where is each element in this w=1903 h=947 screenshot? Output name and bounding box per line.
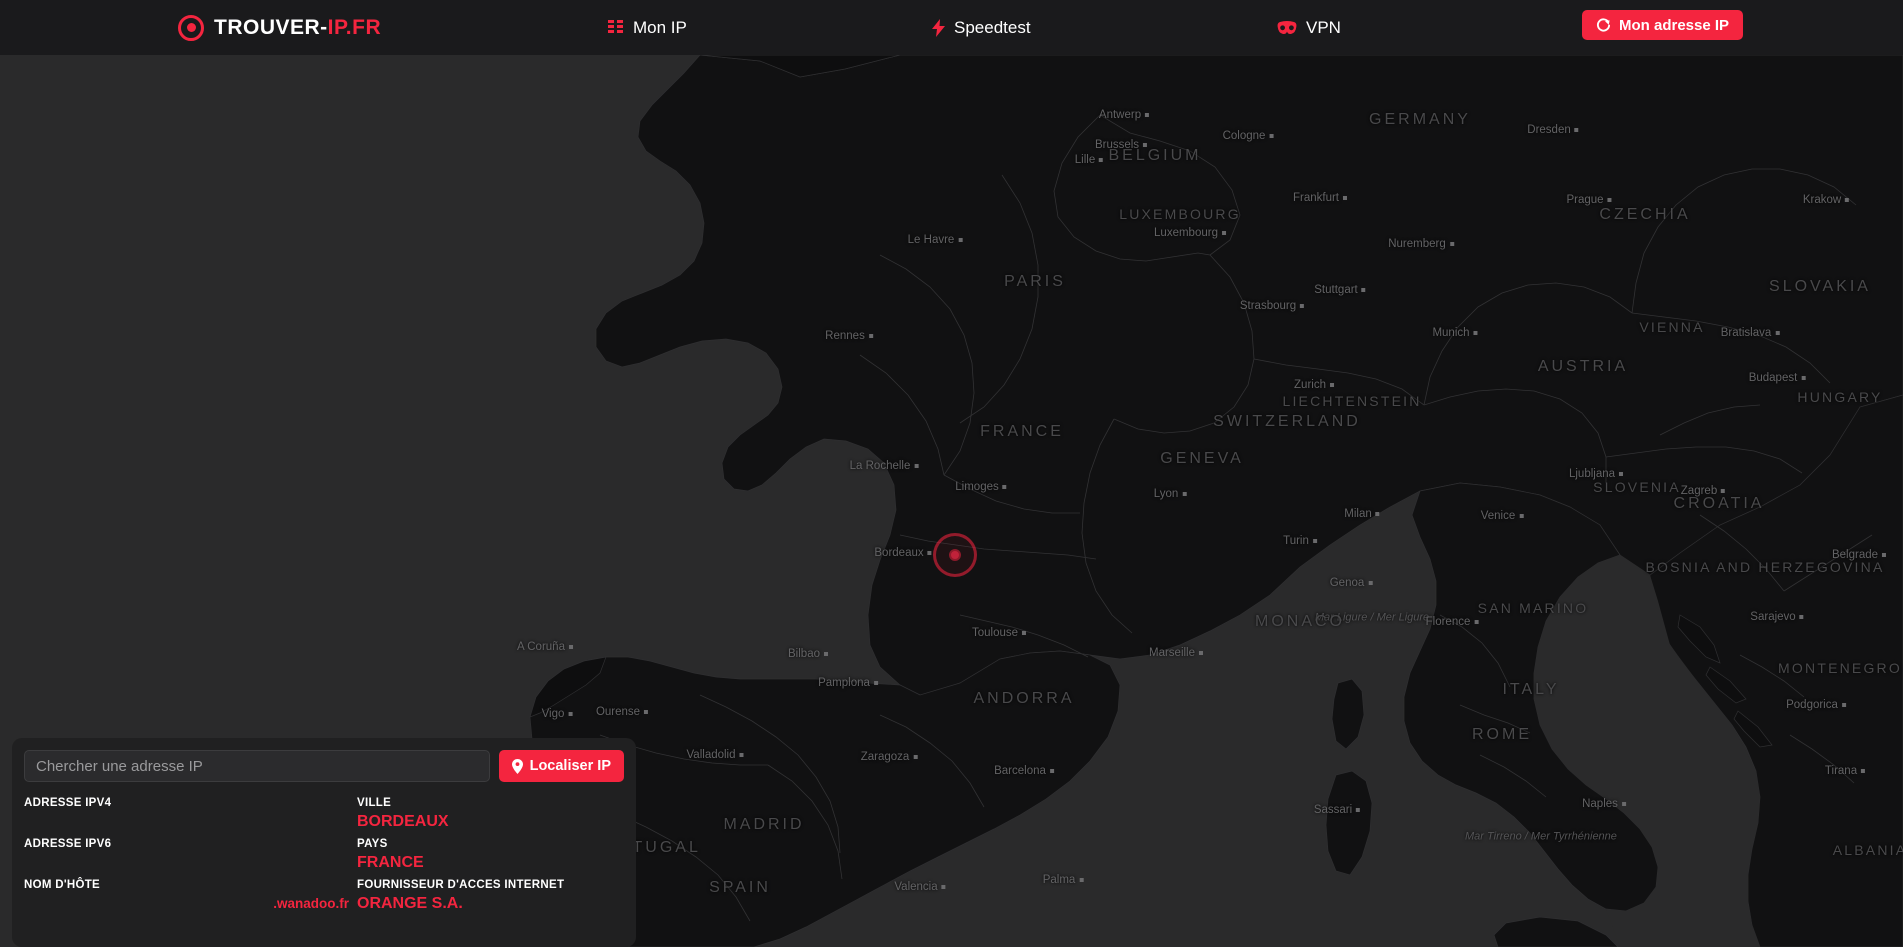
grid-list-icon (608, 20, 624, 35)
refresh-icon (1596, 17, 1611, 33)
top-navbar: TROUVER-IP.FR Mon IP Speedtest VPN Mon a… (0, 0, 1903, 55)
nav-link-speedtest-label: Speedtest (954, 17, 1031, 37)
ip-info-left-column: ADRESSE IPV4 ADRESSE IPV6 NOM D'HÔTE .wa… (24, 795, 357, 918)
lightning-bolt-icon (932, 18, 945, 37)
info-label-isp: FOURNISSEUR D'ACCES INTERNET (357, 879, 565, 891)
info-value-city: BORDEAUX (357, 813, 449, 830)
search-row: Localiser IP (24, 750, 624, 782)
target-dot-icon (178, 14, 204, 41)
info-field-isp: FOURNISSEUR D'ACCES INTERNET ORANGE S.A. (357, 877, 624, 918)
info-field-hostname: NOM D'HÔTE .wanadoo.fr (24, 877, 357, 918)
nav-link-vpn-label: VPN (1306, 17, 1341, 37)
ip-info-right-column: VILLE BORDEAUX PAYS FRANCE FOURNISSEUR D… (357, 795, 624, 918)
mon-adresse-ip-button[interactable]: Mon adresse IP (1582, 10, 1744, 40)
localiser-ip-button[interactable]: Localiser IP (498, 750, 624, 782)
info-label-hostname: NOM D'HÔTE (24, 879, 101, 891)
info-field-country: PAYS FRANCE (357, 836, 624, 877)
nav-link-vpn[interactable]: VPN (1277, 0, 1341, 55)
brand-title: TROUVER-IP.FR (214, 16, 381, 40)
info-field-ipv4: ADRESSE IPV4 (24, 795, 357, 836)
ip-info-grid: ADRESSE IPV4 ADRESSE IPV6 NOM D'HÔTE .wa… (24, 795, 624, 918)
search-input[interactable] (24, 750, 490, 782)
mask-icon (1277, 20, 1297, 35)
nav-link-mon-ip-label: Mon IP (633, 17, 687, 37)
brand-title-primary: TROUVER- (214, 15, 328, 39)
ip-info-panel: Localiser IP ADRESSE IPV4 ADRESSE IPV6 N… (12, 738, 636, 947)
nav-link-mon-ip[interactable]: Mon IP (608, 0, 687, 55)
brand-logo-link[interactable]: TROUVER-IP.FR (178, 0, 381, 55)
info-label-ipv4: ADRESSE IPV4 (24, 797, 112, 809)
map-pin-icon (511, 758, 523, 774)
info-value-isp: ORANGE S.A. (357, 895, 463, 912)
brand-title-accent: IP.FR (327, 15, 382, 39)
info-field-city: VILLE BORDEAUX (357, 795, 624, 836)
nav-link-speedtest[interactable]: Speedtest (932, 0, 1031, 55)
info-field-ipv6: ADRESSE IPV6 (24, 836, 357, 877)
info-label-city: VILLE (357, 797, 392, 809)
marker-center-dot (949, 549, 961, 561)
info-label-ipv6: ADRESSE IPV6 (24, 838, 112, 850)
mon-adresse-ip-button-label: Mon adresse IP (1619, 16, 1730, 34)
localiser-ip-button-label: Localiser IP (529, 758, 611, 774)
info-value-hostname: .wanadoo.fr (273, 896, 349, 911)
info-label-country: PAYS (357, 838, 388, 850)
info-value-country: FRANCE (357, 854, 424, 871)
